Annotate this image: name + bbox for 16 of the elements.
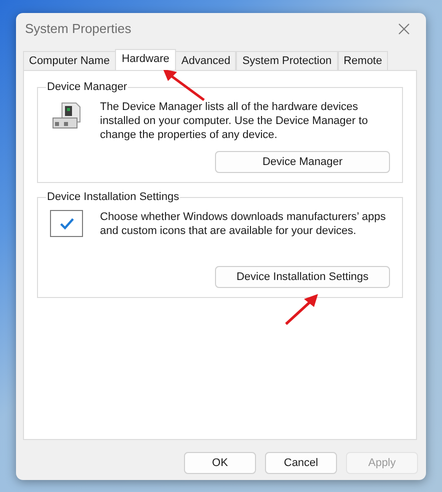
tab[interactable]: Remote bbox=[338, 51, 388, 70]
description-text: The Device Manager lists all of the hardware devices installed on your computer. Use the Device Manager to change the properties of any device. bbox=[100, 100, 369, 142]
close-icon bbox=[398, 23, 410, 35]
group-title: Device Installation Settings bbox=[46, 190, 180, 204]
group-title: Device Manager bbox=[46, 80, 128, 94]
tab[interactable]: Hardware bbox=[114, 49, 176, 70]
checkbox-icon bbox=[50, 210, 83, 237]
tab[interactable]: Computer Name bbox=[23, 51, 116, 70]
action-button[interactable]: Device Manager bbox=[215, 151, 390, 173]
window-title: System Properties bbox=[25, 20, 132, 38]
tab[interactable]: Advanced bbox=[175, 51, 236, 70]
action-button[interactable]: Device Installation Settings bbox=[215, 266, 390, 288]
description-text: Choose whether Windows downloads manufacturers’ apps and custom icons that are available for your devices. bbox=[100, 210, 387, 238]
dialog-button[interactable]: Cancel bbox=[265, 452, 337, 474]
tab[interactable]: System Protection bbox=[236, 51, 338, 70]
dialog-button[interactable]: OK bbox=[184, 452, 256, 474]
